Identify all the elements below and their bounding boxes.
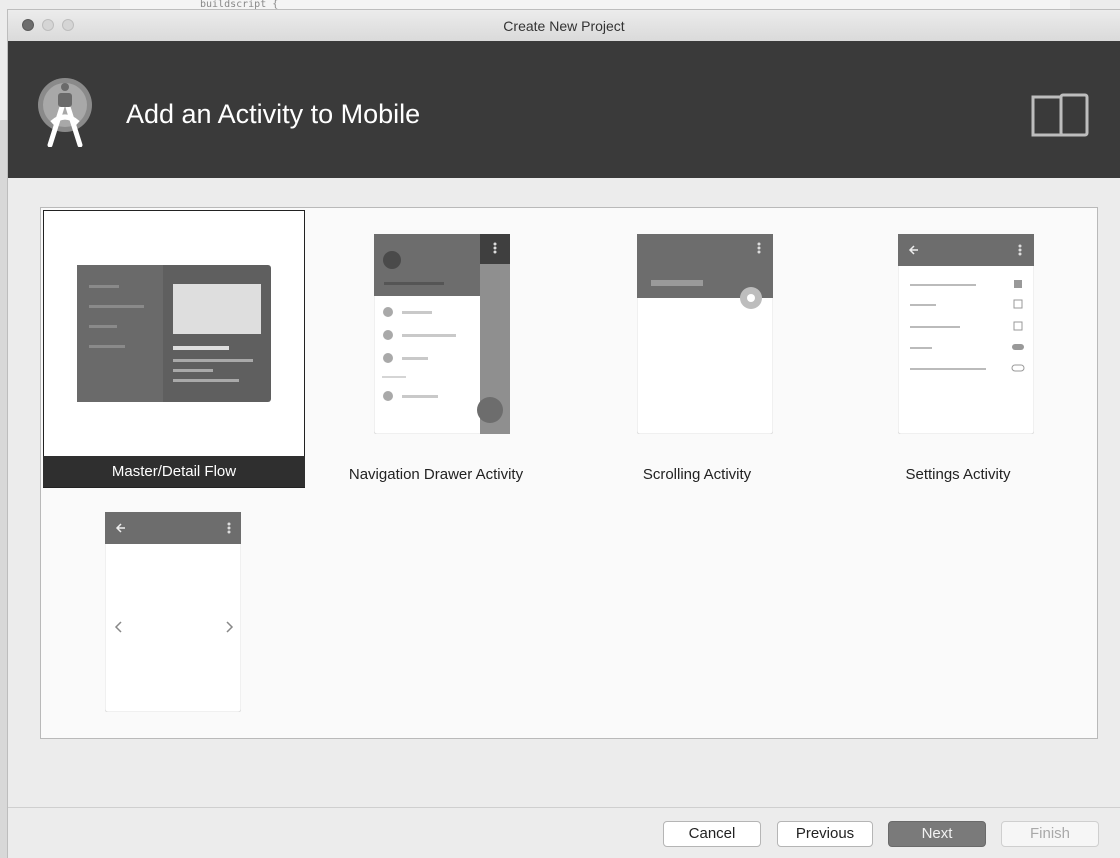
activity-gallery: Master/Detail Flow Navigation Drawer Act… <box>40 207 1098 739</box>
phone-tablet-icon <box>1031 93 1089 137</box>
wizard-header: Add an Activity to Mobile <box>8 41 1120 178</box>
footer-divider <box>8 807 1120 808</box>
cancel-button[interactable]: Cancel <box>663 821 761 847</box>
activity-label: Settings Activity <box>905 466 1011 483</box>
activity-card-master-detail[interactable]: Master/Detail Flow <box>43 210 305 488</box>
activity-card-navigation-drawer[interactable]: Navigation Drawer Activity <box>305 210 567 488</box>
wizard-title: Add an Activity to Mobile <box>126 99 421 129</box>
navigation-drawer-thumbnail <box>374 234 510 434</box>
settings-activity-thumbnail <box>898 234 1034 434</box>
finish-button[interactable]: Finish <box>1001 821 1099 847</box>
activity-label: Master/Detail Flow <box>43 456 305 487</box>
activity-label: Navigation Drawer Activity <box>348 466 524 483</box>
tabbed-activity-thumbnail <box>105 512 241 712</box>
activity-label: Scrolling Activity <box>642 466 752 483</box>
background-code-peek: buildscript { <box>120 0 1070 10</box>
activity-card-settings[interactable]: Settings Activity <box>827 210 1089 488</box>
window-title: Create New Project <box>503 18 625 34</box>
scrolling-activity-thumbnail <box>637 234 773 434</box>
master-detail-thumbnail <box>77 265 271 402</box>
previous-button[interactable]: Previous <box>777 821 873 847</box>
activity-card-tabbed[interactable] <box>43 488 305 728</box>
activity-card-scrolling[interactable]: Scrolling Activity <box>566 210 828 488</box>
create-project-dialog: Create New Project Add an Activity to Mo… <box>8 10 1120 858</box>
window-titlebar: Create New Project <box>8 10 1120 42</box>
next-button[interactable]: Next <box>888 821 986 847</box>
background-gutter <box>0 120 8 858</box>
android-studio-logo-icon <box>38 78 92 147</box>
